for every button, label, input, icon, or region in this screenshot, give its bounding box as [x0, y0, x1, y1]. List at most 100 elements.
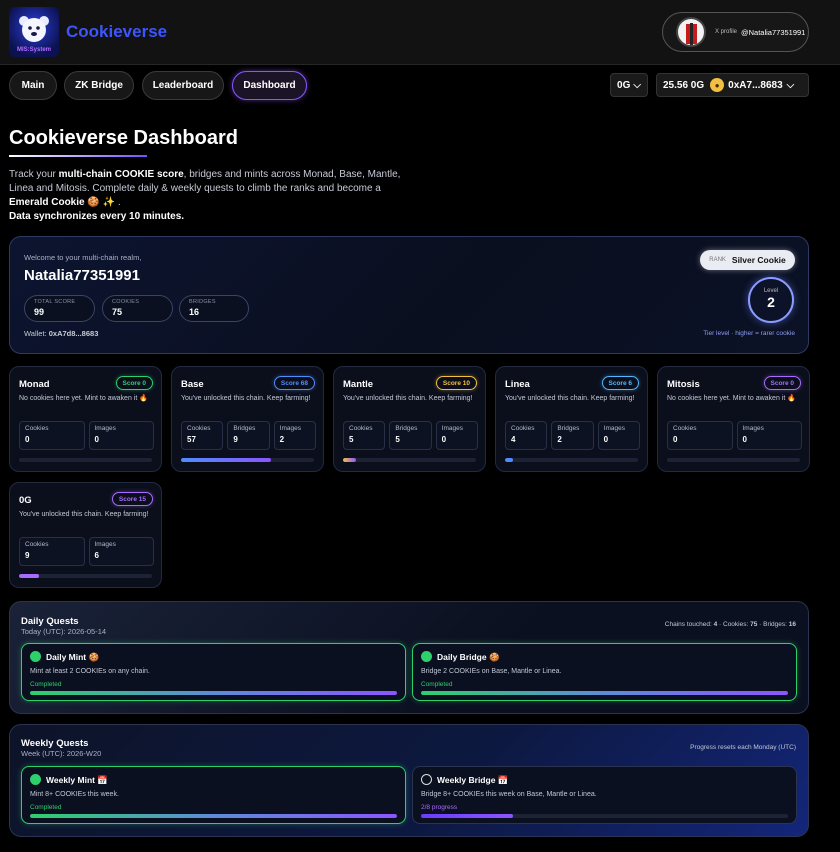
chain-card[interactable]: Linea Score 6 You've unlocked this chain. … [495, 366, 648, 472]
quest-progress-fill [30, 814, 397, 818]
network-select[interactable]: 0G ⌵ [610, 73, 648, 97]
chain-stat: Cookies 9 [19, 537, 85, 566]
brand-name[interactable]: Cookieverse [66, 22, 167, 42]
chevron-down-icon: ⌵ [786, 79, 795, 91]
quest-card[interactable]: Weekly Mint 📅 Mint 8+ COOKIEs this week. C… [21, 766, 406, 824]
chain-progress-fill [181, 458, 272, 462]
chain-description: You've unlocked this chain. Keep farming… [181, 395, 311, 402]
network-label: 0G [617, 79, 631, 91]
cookies-stat: COOKIES 75 [102, 295, 173, 322]
chain-stat: Cookies 0 [19, 421, 85, 450]
chain-score-badge: Score 0 [115, 376, 153, 390]
balance-text: 25.56 0G [663, 79, 705, 91]
chain-progress-bar [19, 458, 152, 462]
chain-name: Mantle [343, 379, 374, 390]
quest-status: Completed [30, 804, 62, 811]
logo-text: MIS:System [16, 47, 51, 53]
wallet-address: 0xA7...8683 [728, 79, 783, 91]
quest-status: Completed [30, 681, 62, 688]
chain-card[interactable]: Base Score 68 You've unlocked this chain. … [171, 366, 324, 472]
quest-progress-bar [30, 691, 397, 695]
weekly-date: Week (UTC): 2026-W20 [21, 749, 102, 758]
chain-stat: Cookies 5 [343, 421, 386, 450]
quest-title: Daily Mint 🍪 [46, 652, 100, 662]
daily-summary: Chains touched: 4 · Cookies: 75 · Bridge… [664, 621, 796, 628]
chain-score-badge: Score 15 [111, 492, 153, 506]
empty-circle-icon [421, 774, 432, 785]
quest-progress-fill [421, 691, 788, 695]
quest-title: Weekly Mint 📅 [46, 775, 108, 785]
chain-description: You've unlocked this chain. Keep farming… [19, 511, 149, 518]
quest-card[interactable]: Weekly Bridge 📅 Bridge 8+ COOKIEs this we… [412, 766, 797, 824]
page-title: Cookieverse Dashboard [9, 127, 238, 149]
x-profile-username: @Natalia77351991 [741, 27, 806, 37]
quest-description: Bridge 2 COOKIEs on Base, Mantle or Line… [421, 668, 562, 675]
chain-name: Linea [505, 379, 530, 390]
chain-card[interactable]: 0G Score 15 You've unlocked this chain. Ke… [9, 482, 162, 588]
wallet-line: Wallet: 0xA7d8...8683 [24, 329, 99, 338]
check-circle-icon [30, 651, 41, 662]
title-underline [9, 155, 147, 157]
quest-progress-bar [421, 814, 788, 818]
tab-main[interactable]: Main [9, 71, 57, 100]
rank-badge: RANK Silver Cookie [700, 250, 795, 270]
chain-card[interactable]: Monad Score 0 No cookies here yet. Mint to… [9, 366, 162, 472]
chain-progress-bar [343, 458, 476, 462]
quest-card[interactable]: Daily Bridge 🍪 Bridge 2 COOKIEs on Base, … [412, 643, 797, 701]
quest-title: Daily Bridge 🍪 [437, 652, 500, 662]
app-logo[interactable]: MIS:System [9, 7, 59, 57]
tab-leaderboard[interactable]: Leaderboard [142, 71, 224, 100]
welcome-subtitle: Welcome to your multi-chain realm, [24, 253, 142, 262]
user-name: Natalia77351991 [24, 267, 140, 284]
quest-progress-fill [421, 814, 513, 818]
chain-stat: Cookies 57 [181, 421, 224, 450]
chain-stat: Images 0 [88, 421, 154, 450]
check-circle-icon [30, 774, 41, 785]
chain-stat: Images 0 [736, 421, 802, 450]
weekly-quests-title: Weekly Quests [21, 738, 89, 749]
avatar [676, 17, 706, 47]
chain-stat: Bridges 2 [551, 421, 594, 450]
chain-progress-bar [19, 574, 152, 578]
chain-progress-bar [181, 458, 314, 462]
chain-stat: Bridges 5 [389, 421, 432, 450]
x-profile-button[interactable]: X profile @Natalia77351991 [662, 12, 809, 52]
chevron-down-icon: ⌵ [633, 79, 641, 91]
quest-progress-bar [421, 691, 788, 695]
chain-progress-bar [667, 458, 800, 462]
chain-stat: Cookies 4 [505, 421, 548, 450]
tab-zk-bridge[interactable]: ZK Bridge [64, 71, 134, 100]
chain-score-badge: Score 6 [601, 376, 639, 390]
chain-name: Mitosis [667, 379, 700, 390]
quest-description: Mint 8+ COOKIEs this week. [30, 791, 119, 798]
tab-dashboard[interactable]: Dashboard [232, 71, 307, 100]
quest-description: Mint at least 2 COOKIEs on any chain. [30, 668, 150, 675]
quest-progress-bar [30, 814, 397, 818]
quest-title: Weekly Bridge 📅 [437, 775, 509, 785]
quest-progress-fill [30, 691, 397, 695]
quest-card[interactable]: Daily Mint 🍪 Mint at least 2 COOKIEs on a… [21, 643, 406, 701]
check-circle-icon [421, 651, 432, 662]
chain-progress-fill [505, 458, 513, 462]
chain-stat: Cookies 0 [667, 421, 733, 450]
bridges-stat: BRIDGES 16 [179, 295, 249, 322]
chain-score-badge: Score 10 [435, 376, 477, 390]
level-badge: Level 2 [748, 277, 794, 323]
chain-card[interactable]: Mitosis Score 0 No cookies here yet. Mint … [657, 366, 810, 472]
quest-status: Completed [421, 681, 453, 688]
chain-name: 0G [19, 495, 32, 506]
x-profile-label: X profile [715, 29, 738, 35]
sync-note: Data synchronizes every 10 minutes. [9, 211, 185, 222]
chain-card[interactable]: Mantle Score 10 You've unlocked this chain… [333, 366, 486, 472]
chain-stat: Bridges 9 [227, 421, 270, 450]
chain-score-badge: Score 68 [273, 376, 315, 390]
chain-score-badge: Score 0 [763, 376, 801, 390]
chain-progress-fill [19, 574, 39, 578]
page-description: Track your multi-chain COOKIE score, bri… [9, 169, 401, 222]
chain-name: Monad [19, 379, 50, 390]
wallet-menu[interactable]: 25.56 0G ● 0xA7...8683 ⌵ [656, 73, 809, 97]
chain-stat: Images 2 [273, 421, 316, 450]
chain-stat: Images 6 [88, 537, 154, 566]
chain-description: You've unlocked this chain. Keep farming… [505, 395, 635, 402]
daily-date: Today (UTC): 2026-05-14 [21, 627, 107, 636]
